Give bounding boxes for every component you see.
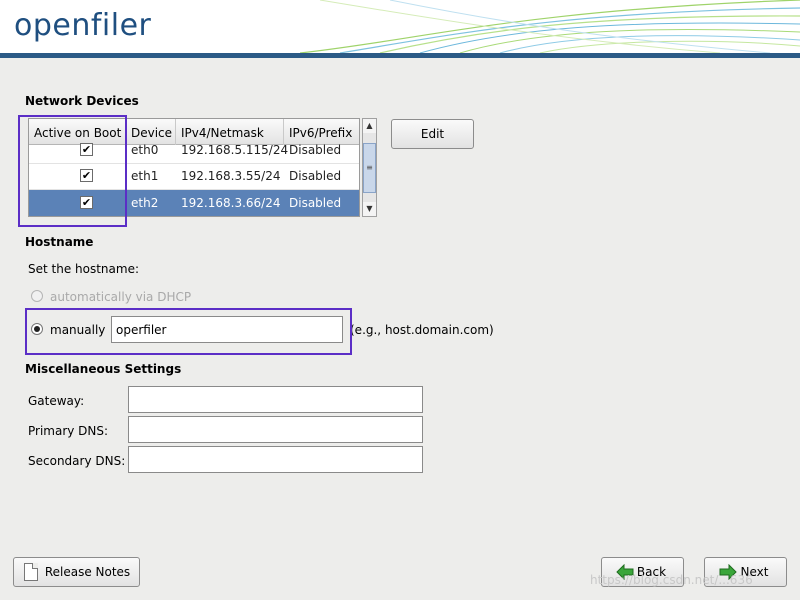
- primary-dns-input[interactable]: [128, 416, 423, 443]
- gateway-label: Gateway:: [28, 394, 85, 408]
- ipv6-cell: Disabled: [289, 143, 342, 157]
- scroll-down-icon[interactable]: ▼: [363, 202, 376, 216]
- document-icon: [24, 563, 38, 581]
- edit-button[interactable]: Edit: [391, 119, 474, 149]
- ipv4-cell: 192.168.5.115/24: [181, 143, 289, 157]
- dhcp-label: automatically via DHCP: [50, 290, 192, 304]
- scroll-thumb[interactable]: ≡: [363, 143, 376, 193]
- dhcp-radio[interactable]: [31, 290, 43, 302]
- network-devices-title: Network Devices: [25, 94, 139, 108]
- secondary-dns-label: Secondary DNS:: [28, 454, 126, 468]
- device-cell: eth0: [131, 143, 159, 157]
- edit-button-label: Edit: [420, 127, 445, 141]
- ipv4-cell: 192.168.3.55/24: [181, 169, 281, 183]
- hostname-prompt: Set the hostname:: [28, 262, 140, 276]
- ipv4-cell: 192.168.3.66/24: [181, 196, 281, 210]
- misc-settings-title: Miscellaneous Settings: [25, 362, 182, 376]
- header-bar: [0, 53, 800, 58]
- hostname-title: Hostname: [25, 235, 94, 249]
- header-banner: openfiler: [0, 0, 800, 58]
- active-on-boot-highlight: [18, 115, 127, 227]
- hostname-example: (e.g., host.domain.com): [350, 323, 494, 337]
- primary-dns-label: Primary DNS:: [28, 424, 109, 438]
- device-cell: eth2: [131, 196, 159, 210]
- gateway-input[interactable]: [128, 386, 423, 413]
- ipv6-cell: Disabled: [289, 169, 342, 183]
- scroll-up-icon[interactable]: ▲: [363, 119, 376, 133]
- hostname-highlight: [25, 308, 352, 355]
- watermark-text: https://blog.csdn.net/...636: [590, 573, 753, 587]
- release-notes-label: Release Notes: [44, 565, 131, 579]
- devices-scrollbar[interactable]: ▲ ≡ ▼: [362, 118, 377, 217]
- swoosh-graphic: [300, 0, 800, 53]
- device-cell: eth1: [131, 169, 159, 183]
- release-notes-button[interactable]: Release Notes: [13, 557, 140, 587]
- ipv6-cell: Disabled: [289, 196, 342, 210]
- secondary-dns-input[interactable]: [128, 446, 423, 473]
- openfiler-logo: openfiler: [14, 8, 152, 43]
